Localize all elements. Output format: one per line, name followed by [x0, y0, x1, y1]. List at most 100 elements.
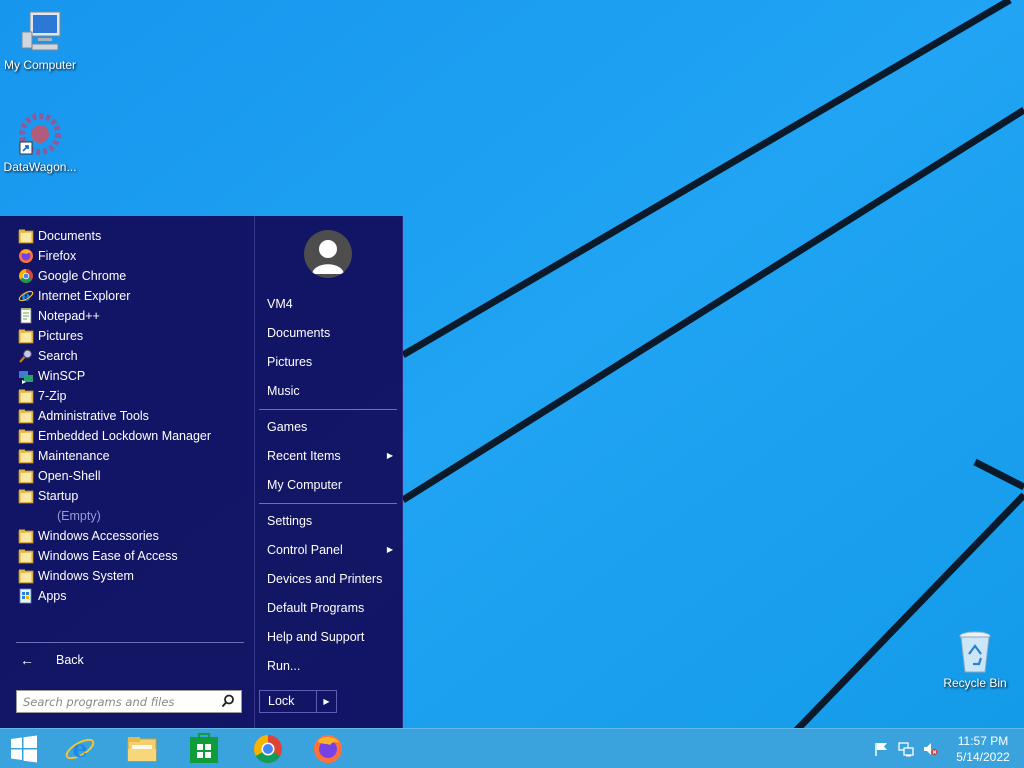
- search-icon[interactable]: [221, 694, 235, 708]
- taskbar-chrome[interactable]: [240, 729, 296, 768]
- back-button[interactable]: ← Back: [16, 648, 244, 672]
- clock[interactable]: 11:57 PM 5/14/2022: [948, 733, 1018, 765]
- taskbar-internet-explorer[interactable]: e: [52, 729, 108, 768]
- start-menu: Documents Firefox Google Chrome e Internet E…: [0, 216, 403, 728]
- program-item-label: Internet Explorer: [38, 289, 131, 303]
- program-item-label: Firefox: [38, 249, 77, 263]
- chevron-right-icon: ▶: [323, 697, 330, 706]
- program-item-pictures[interactable]: Pictures: [12, 326, 248, 346]
- program-item-administrative-tools[interactable]: Administrative Tools: [12, 406, 248, 426]
- shutdown-options-button[interactable]: ▶: [317, 690, 337, 713]
- store-icon: [190, 733, 218, 763]
- program-item-internet-explorer[interactable]: e Internet Explorer: [12, 286, 248, 306]
- folder-icon: [18, 429, 34, 444]
- clock-time: 11:57 PM: [957, 734, 1009, 748]
- program-item-windows-system[interactable]: Windows System: [12, 566, 248, 586]
- run-item[interactable]: Run...: [259, 654, 399, 678]
- documents-label: Documents: [267, 326, 331, 340]
- program-item-notepad[interactable]: Notepad++: [12, 306, 248, 326]
- search-input[interactable]: [17, 691, 213, 712]
- program-item-label: Windows Ease of Access: [38, 549, 178, 563]
- network-icon[interactable]: [898, 741, 914, 757]
- volume-muted-icon[interactable]: [922, 741, 938, 757]
- program-item-firefox[interactable]: Firefox: [12, 246, 248, 266]
- music-item[interactable]: Music: [259, 379, 399, 403]
- program-item-label: Windows Accessories: [38, 529, 159, 543]
- folder-icon: [18, 389, 34, 404]
- firefox-icon: [19, 249, 33, 263]
- program-item-label: Administrative Tools: [38, 409, 149, 423]
- search-icon: [19, 349, 33, 363]
- devices-printers-item[interactable]: Devices and Printers: [259, 567, 399, 591]
- desktop-icon-label: My Computer: [3, 58, 77, 72]
- games-item[interactable]: Games: [259, 415, 399, 439]
- program-item-windows-accessories[interactable]: Windows Accessories: [12, 526, 248, 546]
- taskbar-store[interactable]: [176, 729, 232, 768]
- program-item-label: Documents: [38, 229, 102, 243]
- program-item-label: WinSCP: [38, 369, 86, 383]
- folder-icon: [18, 489, 34, 504]
- search-box[interactable]: [16, 690, 242, 713]
- action-center-flag-icon[interactable]: [873, 741, 889, 757]
- my-computer-item[interactable]: My Computer: [259, 473, 399, 497]
- taskbar-firefox[interactable]: [300, 729, 356, 768]
- folder-icon: [18, 409, 34, 424]
- program-item-label: Startup: [38, 489, 79, 503]
- desktop-icon-datawagon[interactable]: DataWagon...: [0, 110, 80, 174]
- program-list: Documents Firefox Google Chrome e Internet E…: [12, 226, 248, 606]
- folder-icon: [18, 449, 34, 464]
- program-item-documents[interactable]: Documents: [12, 226, 248, 246]
- program-item-label: Embedded Lockdown Manager: [38, 429, 212, 443]
- program-item-label: Search: [38, 349, 78, 363]
- pictures-item[interactable]: Pictures: [259, 350, 399, 374]
- desktop-icon-recycle-bin[interactable]: Recycle Bin: [935, 630, 1015, 690]
- program-item-windows-ease-of-access[interactable]: Windows Ease of Access: [12, 546, 248, 566]
- program-item-startup[interactable]: Startup: [12, 486, 248, 506]
- user-name-item[interactable]: VM4: [259, 292, 399, 316]
- submenu-arrow-icon: ▶: [386, 545, 393, 554]
- program-item-apps[interactable]: Apps: [12, 586, 248, 606]
- start-menu-programs-pane: Documents Firefox Google Chrome e Internet E…: [0, 216, 254, 728]
- devices-printers-label: Devices and Printers: [267, 572, 383, 586]
- back-label: Back: [56, 653, 84, 667]
- documents-item[interactable]: Documents: [259, 321, 399, 345]
- chrome-icon: [254, 735, 282, 763]
- user-avatar[interactable]: [304, 230, 352, 278]
- back-arrow-icon: ←: [20, 652, 34, 668]
- program-item-embedded-lockdown-manager[interactable]: Embedded Lockdown Manager: [12, 426, 248, 446]
- desktop-icon-my-computer[interactable]: My Computer: [0, 8, 80, 72]
- taskbar-file-explorer[interactable]: [114, 729, 170, 768]
- music-label: Music: [267, 384, 300, 398]
- program-item-google-chrome[interactable]: Google Chrome: [12, 266, 248, 286]
- recycle-bin-icon: [959, 631, 991, 673]
- program-item-label: Windows System: [38, 569, 134, 583]
- program-item-label: Pictures: [38, 329, 84, 343]
- program-item-label: 7-Zip: [38, 389, 67, 403]
- desktop-icon-label: Recycle Bin: [943, 676, 1007, 690]
- default-programs-item[interactable]: Default Programs: [259, 596, 399, 620]
- user-name: VM4: [267, 297, 293, 311]
- program-item-winscp[interactable]: WinSCP: [12, 366, 248, 386]
- internet-explorer-icon: e: [65, 734, 95, 763]
- control-panel-item[interactable]: Control Panel ▶: [259, 538, 399, 562]
- program-item-maintenance[interactable]: Maintenance: [12, 446, 248, 466]
- program-item-label: Google Chrome: [38, 269, 127, 283]
- notepad-plus-icon: [20, 308, 32, 324]
- program-item-search[interactable]: Search: [12, 346, 248, 366]
- program-item-label: Open-Shell: [38, 469, 101, 483]
- folder-icon: [18, 549, 34, 564]
- lock-button[interactable]: Lock: [259, 690, 317, 713]
- windows-logo-icon: [11, 735, 37, 763]
- submenu-arrow-icon: ▶: [386, 451, 393, 460]
- program-item-label: Notepad++: [38, 309, 100, 323]
- program-item-7-zip[interactable]: 7-Zip: [12, 386, 248, 406]
- games-label: Games: [267, 420, 308, 434]
- recent-items-item[interactable]: Recent Items ▶: [259, 444, 399, 468]
- start-button[interactable]: [0, 729, 48, 768]
- chrome-icon: [19, 269, 33, 283]
- help-support-item[interactable]: Help and Support: [259, 625, 399, 649]
- program-item-label: Maintenance: [38, 449, 110, 463]
- program-item-label: (Empty): [57, 509, 101, 523]
- settings-item[interactable]: Settings: [259, 509, 399, 533]
- program-item-open-shell[interactable]: Open-Shell: [12, 466, 248, 486]
